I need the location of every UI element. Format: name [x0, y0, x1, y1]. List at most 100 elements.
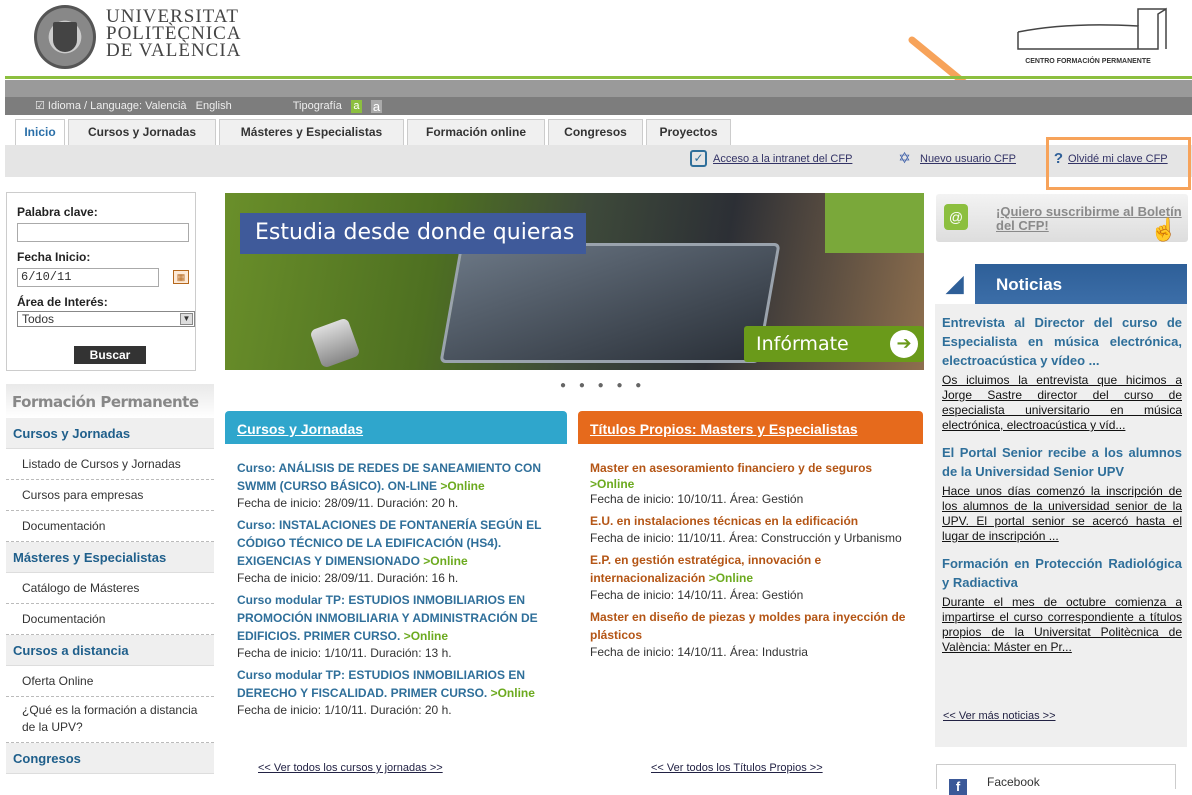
see-all-courses-link[interactable]: << Ver todos los cursos y jornadas >> — [258, 762, 443, 774]
font-size-small-button[interactable]: a — [350, 99, 362, 113]
news-title-link[interactable]: El Portal Senior recibe a los alumnos de… — [935, 443, 1187, 481]
language-english[interactable]: English — [196, 100, 232, 112]
course-meta: Fecha de inicio: 28/09/11. Duración: 20 … — [237, 496, 459, 510]
facebook-icon: f — [949, 779, 967, 795]
search-form: Palabra clave: Fecha Inicio: 6/10/11 ▦ Á… — [6, 192, 196, 371]
area-select[interactable]: Todos ▼ — [17, 311, 195, 327]
arrow-right-icon: ➔ — [890, 330, 918, 358]
facebook-box[interactable]: f Facebook — [936, 764, 1176, 795]
cursos-heading[interactable]: Cursos y Jornadas — [225, 411, 567, 444]
news-body-link[interactable]: Os icluimos la entrevista que hicimos a … — [935, 370, 1187, 433]
online-badge: >Online — [403, 629, 449, 643]
list-item: Master en diseño de piezas y moldes para… — [590, 608, 925, 660]
title-meta: Fecha de inicio: 14/10/11. Área: Industr… — [590, 645, 808, 659]
tab-inicio[interactable]: Inicio — [15, 119, 65, 145]
chevron-down-icon: ▼ — [180, 313, 193, 325]
date-input[interactable]: 6/10/11 — [17, 268, 159, 287]
nav-section-masteres[interactable]: Másteres y Especialistas — [6, 542, 214, 573]
university-name[interactable]: UNIVERSITAT POLITÈCNICA DE VALÈNCIA — [106, 7, 242, 61]
see-all-titles-link[interactable]: << Ver todos los Títulos Propios >> — [651, 762, 823, 774]
list-item: Curso: INSTALACIONES DE FONTANERÍA SEGÚN… — [237, 516, 560, 586]
tab-formacion-online[interactable]: Formación online — [407, 119, 545, 145]
online-badge: >Online — [440, 479, 485, 493]
title-meta: Fecha de inicio: 11/10/11. Área: Constru… — [590, 531, 902, 545]
language-selector[interactable]: ☑ Idioma / Language: Valencià — [35, 100, 187, 112]
title-link[interactable]: E.U. en instalaciones técnicas en la edi… — [590, 514, 858, 528]
calendar-icon[interactable]: ▦ — [173, 270, 189, 284]
course-meta: Fecha de inicio: 1/10/11. Duración: 13 h… — [237, 646, 452, 660]
course-title-link[interactable]: Curso modular TP: ESTUDIOS INMOBILIARIOS… — [237, 668, 525, 700]
nav-item-cursos-empresas[interactable]: Cursos para empresas — [6, 480, 214, 511]
font-size-large-button[interactable]: a — [371, 99, 382, 113]
main-tabs: Inicio Cursos y Jornadas Másteres y Espe… — [5, 115, 1192, 145]
see-more-news-link[interactable]: << Ver más noticias >> — [943, 710, 1056, 722]
nav-item-listado-cursos[interactable]: Listado de Cursos y Jornadas — [6, 449, 214, 480]
title-meta: Fecha de inicio: 10/10/11. Área: Gestión — [590, 492, 804, 506]
online-badge: >Online — [423, 554, 468, 568]
news-item: Formación en Protección Radiológica y Ra… — [935, 554, 1187, 655]
left-nav-title: Formación Permanente — [6, 384, 214, 418]
news-panel: ◢ Noticias Entrevista al Director del cu… — [935, 264, 1187, 747]
news-icon: ◢ — [935, 264, 975, 304]
language-bar: ☑ Idioma / Language: Valencià English Ti… — [5, 97, 1192, 115]
banner-cta-button[interactable]: Infórmate aquí ➔ — [744, 326, 924, 370]
typography-label: Tipografía — [292, 100, 342, 112]
date-label: Fecha Inicio: — [17, 250, 91, 264]
online-badge: >Online — [490, 686, 535, 700]
nav-item-catalogo-masteres[interactable]: Catálogo de Másteres — [6, 573, 214, 604]
title-link[interactable]: E.P. en gestión estratégica, innovación … — [590, 553, 821, 585]
list-item: Curso modular TP: ESTUDIOS INMOBILIARIOS… — [237, 666, 560, 718]
gray-divider — [5, 80, 1192, 97]
university-name-line: DE VALÈNCIA — [106, 40, 242, 61]
news-item: Entrevista al Director del curso de Espe… — [935, 313, 1187, 433]
nav-section-distancia[interactable]: Cursos a distancia — [6, 635, 214, 666]
newsletter-banner[interactable]: @ ¡Quiero suscribirme al Boletín del CFP… — [936, 194, 1188, 242]
cursos-list: Curso: ANÁLISIS DE REDES DE SANEAMIENTO … — [237, 459, 560, 723]
nav-item-oferta-online[interactable]: Oferta Online — [6, 666, 214, 697]
news-title-link[interactable]: Entrevista al Director del curso de Espe… — [935, 313, 1187, 370]
news-body-link[interactable]: Durante el mes de octubre comienza a imp… — [935, 592, 1187, 655]
left-nav: Formación Permanente Cursos y Jornadas L… — [6, 384, 214, 774]
course-title-link[interactable]: Curso: INSTALACIONES DE FONTANERÍA SEGÚN… — [237, 518, 541, 568]
new-user-link[interactable]: Nuevo usuario CFP — [920, 153, 1016, 165]
title-link[interactable]: Master en asesoramiento financiero y de … — [590, 461, 872, 475]
list-item: Curso modular TP: ESTUDIOS INMOBILIARIOS… — [237, 591, 560, 661]
news-header: ◢ Noticias — [935, 264, 1187, 304]
hero-banner[interactable]: Estudia desde donde quieras Infórmate aq… — [225, 193, 924, 370]
news-item: El Portal Senior recibe a los alumnos de… — [935, 443, 1187, 544]
news-title-link[interactable]: Formación en Protección Radiológica y Ra… — [935, 554, 1187, 592]
intranet-link[interactable]: Acceso a la intranet del CFP — [713, 153, 852, 165]
online-badge: >Online — [590, 477, 635, 491]
course-meta: Fecha de inicio: 1/10/11. Duración: 20 h… — [237, 703, 452, 717]
upv-logo-icon[interactable] — [34, 5, 96, 69]
banner-grass — [825, 193, 924, 253]
nav-item-documentacion[interactable]: Documentación — [6, 511, 214, 542]
highlight-box — [1046, 137, 1191, 190]
list-item: Master en asesoramiento financiero y de … — [590, 459, 925, 507]
green-divider — [5, 76, 1192, 79]
tab-congresos[interactable]: Congresos — [548, 119, 643, 145]
search-button[interactable]: Buscar — [74, 346, 146, 364]
course-title-link[interactable]: Curso: ANÁLISIS DE REDES DE SANEAMIENTO … — [237, 461, 541, 493]
area-select-value: Todos — [22, 312, 55, 326]
nav-item-que-es-formacion[interactable]: ¿Qué es la formación a distancia de la U… — [6, 697, 214, 743]
checkbox-icon: ✓ — [690, 150, 707, 167]
news-body-link[interactable]: Hace unos días comenzó la inscripción de… — [935, 481, 1187, 544]
tab-masteres[interactable]: Másteres y Especialistas — [219, 119, 404, 145]
nav-section-cursos[interactable]: Cursos y Jornadas — [6, 418, 214, 449]
list-item: E.U. en instalaciones técnicas en la edi… — [590, 512, 925, 546]
keyword-input[interactable] — [17, 223, 189, 242]
tab-proyectos[interactable]: Proyectos — [646, 119, 731, 145]
banner-cta-label: Infórmate aquí — [756, 333, 849, 370]
list-item: E.P. en gestión estratégica, innovación … — [590, 551, 925, 603]
tab-cursos-jornadas[interactable]: Cursos y Jornadas — [68, 119, 216, 145]
laptop-image — [439, 243, 781, 363]
nav-section-congresos[interactable]: Congresos — [6, 743, 214, 774]
nav-item-documentacion-masteres[interactable]: Documentación — [6, 604, 214, 635]
course-title-link[interactable]: Curso modular TP: ESTUDIOS INMOBILIARIOS… — [237, 593, 538, 643]
keyword-label: Palabra clave: — [17, 205, 98, 219]
course-meta: Fecha de inicio: 28/09/11. Duración: 16 … — [237, 571, 459, 585]
titulos-heading[interactable]: Títulos Propios: Masters y Especialistas — [578, 411, 923, 444]
carousel-dots[interactable]: ● ● ● ● ● — [560, 380, 646, 391]
title-link[interactable]: Master en diseño de piezas y moldes para… — [590, 610, 905, 642]
